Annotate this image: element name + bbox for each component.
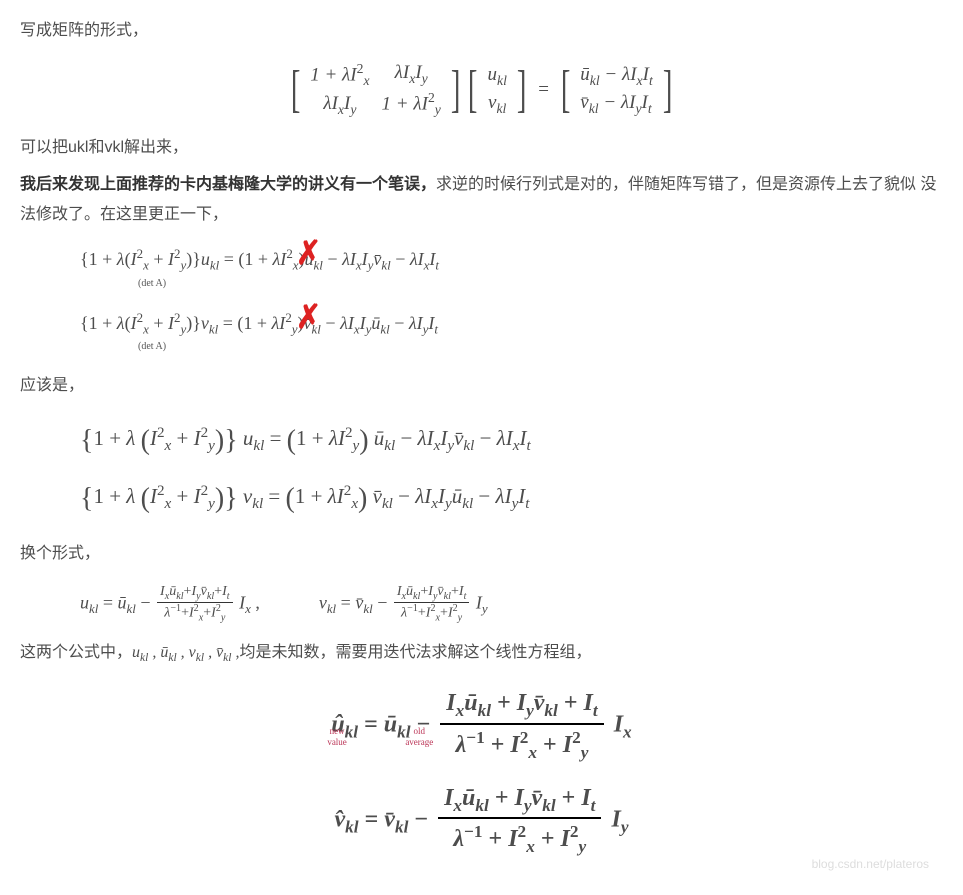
det-a-label: (det A) (80, 277, 943, 290)
corrected-derivation: {1 + λ (I2x + I2y)} ukl = (1 + λI2y) ūkl… (20, 412, 943, 530)
should-be-text: 应该是， (20, 371, 943, 401)
old-average-label: old average (405, 726, 433, 747)
strike-icon: ✗ (296, 301, 321, 334)
det-a-label: (det A) (80, 340, 943, 353)
watermark-text: blog.csdn.net/plateros (812, 858, 929, 871)
new-value-label: new value (327, 726, 347, 747)
iteration-text: 这两个公式中，ukl , ūkl , vkl , v̄kl ,均是未知数，需要用… (20, 638, 943, 670)
rewrite-text: 换个形式， (20, 539, 943, 569)
erratum-text: 我后来发现上面推荐的卡内基梅隆大学的讲义有一个笔误，求逆的时候行列式是对的，伴随… (20, 170, 943, 231)
wrong-derivation: {1 + λ(I2x + I2y)}ukl = (1 + λI2x)ūkl − … (20, 246, 943, 355)
strike-icon: ✗ (296, 238, 321, 271)
compact-equations: ukl = ūkl − Ixūkl+Iyv̄kl+It λ−1+I2x+I2y … (20, 584, 943, 624)
matrix-equation: [ 1 + λI2x λIxIy λIxIy 1 + λI2y ] [ ukl … (20, 60, 943, 119)
solve-text: 可以把ukl和vkl解出来， (20, 133, 943, 163)
intro-text: 写成矩阵的形式， (20, 16, 943, 46)
final-iteration-equation: ûkl = ūkl − Ixūkl + Iyv̄kl + It λ−1 + I2… (20, 690, 943, 879)
